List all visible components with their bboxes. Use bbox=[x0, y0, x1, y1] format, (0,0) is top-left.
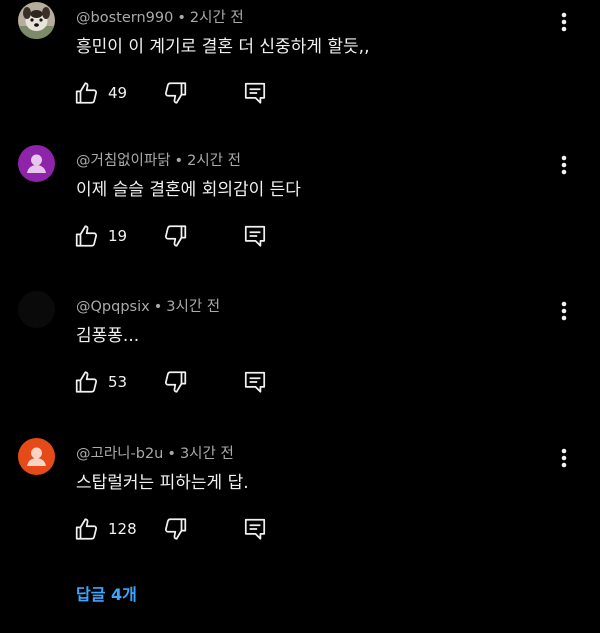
comment-reply-icon bbox=[244, 371, 266, 393]
comment-meta: @bostern990 • 2시간 전 bbox=[76, 10, 244, 26]
thumbs-up-icon bbox=[75, 371, 98, 393]
more-options-button[interactable] bbox=[553, 151, 575, 179]
dislike-button[interactable] bbox=[162, 223, 188, 253]
comment-text: 스탑럴커는 피하는게 답. bbox=[76, 473, 249, 493]
dog-avatar-image bbox=[18, 2, 55, 39]
like-button[interactable]: 49 bbox=[74, 78, 127, 108]
thumbs-down-icon bbox=[164, 371, 187, 393]
comment-meta: @거침없이파닭 • 2시간 전 bbox=[76, 153, 241, 169]
default-person-avatar bbox=[18, 145, 55, 182]
comment-text: 이제 슬슬 결혼에 회의감이 든다 bbox=[76, 180, 301, 200]
comment-item: @거침없이파닭 • 2시간 전 이제 슬슬 결혼에 회의감이 든다 19 bbox=[0, 145, 600, 290]
comment-text: 김퐁퐁... bbox=[76, 326, 140, 346]
more-vertical-icon bbox=[561, 155, 567, 175]
dislike-button[interactable] bbox=[162, 80, 188, 110]
comment-meta: @고라니-b2u • 3시간 전 bbox=[76, 446, 234, 462]
comment-reply-icon bbox=[244, 82, 266, 104]
comment-actions: 53 bbox=[70, 367, 290, 399]
like-button[interactable]: 19 bbox=[74, 221, 127, 251]
comment-time[interactable]: 2시간 전 bbox=[190, 10, 244, 26]
more-options-button[interactable] bbox=[553, 297, 575, 325]
avatar[interactable] bbox=[18, 145, 55, 182]
like-count: 19 bbox=[108, 227, 128, 245]
dislike-button[interactable] bbox=[162, 369, 188, 399]
more-vertical-icon bbox=[561, 301, 567, 321]
comment-author[interactable]: @Qpqpsix bbox=[76, 299, 150, 315]
more-vertical-icon bbox=[561, 12, 567, 32]
like-count: 53 bbox=[108, 373, 128, 391]
comment-reply-icon bbox=[244, 518, 266, 540]
comment-time[interactable]: 2시간 전 bbox=[187, 153, 241, 169]
comment-actions: 49 bbox=[70, 78, 290, 110]
comment-actions: 19 bbox=[70, 221, 290, 253]
thumbs-up-icon bbox=[75, 518, 98, 540]
comment-time[interactable]: 3시간 전 bbox=[180, 446, 234, 462]
comment-reply-icon bbox=[244, 225, 266, 247]
reply-button[interactable] bbox=[242, 369, 268, 399]
comment-time[interactable]: 3시간 전 bbox=[166, 299, 220, 315]
reply-button[interactable] bbox=[242, 223, 268, 253]
thumbs-down-icon bbox=[164, 82, 187, 104]
thumbs-up-icon bbox=[75, 82, 98, 104]
like-button[interactable]: 128 bbox=[74, 514, 137, 544]
comment-item: @bostern990 • 2시간 전 흥민이 이 계기로 결혼 더 신중하게 할듯… bbox=[0, 2, 600, 147]
avatar[interactable] bbox=[18, 438, 55, 475]
comment-text: 흥민이 이 계기로 결혼 더 신중하게 할듯,, bbox=[76, 37, 370, 57]
dark-avatar-image bbox=[18, 291, 55, 328]
reply-button[interactable] bbox=[242, 80, 268, 110]
avatar[interactable] bbox=[18, 2, 55, 39]
default-person-avatar bbox=[18, 438, 55, 475]
view-replies-link[interactable]: 답글 4개 bbox=[76, 581, 137, 605]
reply-button[interactable] bbox=[242, 516, 268, 546]
more-options-button[interactable] bbox=[553, 8, 575, 36]
thumbs-up-icon bbox=[75, 225, 98, 247]
comment-item: @고라니-b2u • 3시간 전 스탑럴커는 피하는게 답. 128 bbox=[0, 438, 600, 583]
comment-actions: 128 bbox=[70, 514, 290, 546]
like-count: 49 bbox=[108, 84, 128, 102]
like-button[interactable]: 53 bbox=[74, 367, 127, 397]
comment-author[interactable]: @고라니-b2u bbox=[76, 446, 163, 462]
more-options-button[interactable] bbox=[553, 444, 575, 472]
thumbs-down-icon bbox=[164, 225, 187, 247]
comment-item: @Qpqpsix • 3시간 전 김퐁퐁... 53 bbox=[0, 291, 600, 436]
thumbs-down-icon bbox=[164, 518, 187, 540]
comment-meta: @Qpqpsix • 3시간 전 bbox=[76, 299, 221, 315]
more-vertical-icon bbox=[561, 448, 567, 468]
comment-author[interactable]: @거침없이파닭 bbox=[76, 153, 171, 169]
like-count: 128 bbox=[108, 520, 137, 538]
comment-author[interactable]: @bostern990 bbox=[76, 10, 173, 26]
avatar[interactable] bbox=[18, 291, 55, 328]
dislike-button[interactable] bbox=[162, 516, 188, 546]
